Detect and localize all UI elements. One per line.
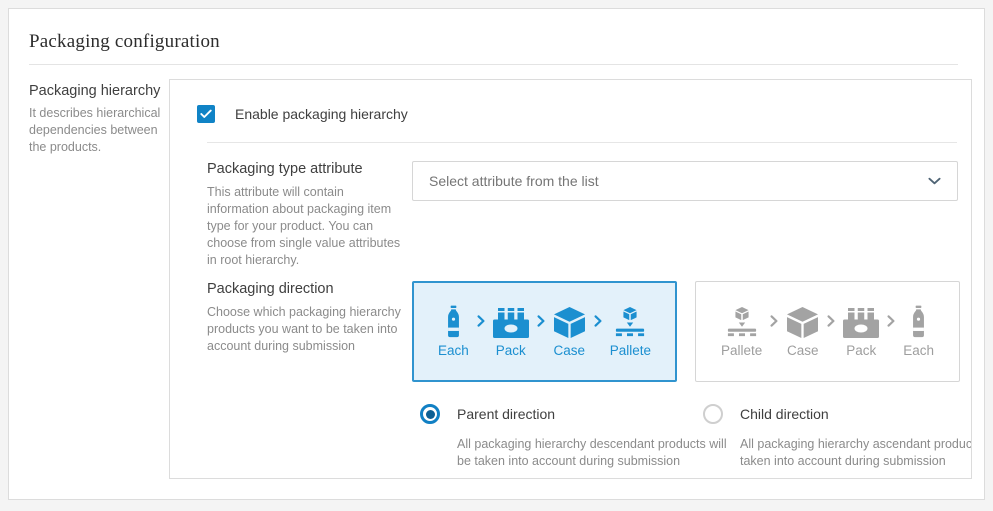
step-label: Case	[553, 343, 585, 358]
chevron-right-icon	[537, 315, 545, 327]
step-label: Case	[787, 343, 819, 358]
child-direction-radio[interactable]	[703, 404, 723, 424]
attribute-select-placeholder: Select attribute from the list	[429, 173, 928, 189]
step-case: Case	[553, 305, 586, 358]
direction-radios-row: Parent direction All packaging hierarchy…	[412, 404, 972, 470]
direction-cards-row: Each Pack Case	[412, 281, 972, 382]
enable-checkbox-label: Enable packaging hierarchy	[235, 106, 408, 122]
card-header: Packaging configuration	[9, 9, 984, 53]
enable-checkbox[interactable]	[197, 105, 215, 123]
step-pack: Pack	[843, 305, 879, 358]
sidebar-description: It describes hierarchical dependencies b…	[29, 105, 171, 156]
direction-control-col: Each Pack Case	[412, 281, 972, 470]
direction-description: Choose which packaging hierarchy product…	[207, 304, 402, 355]
chevron-right-icon	[770, 315, 778, 327]
child-direction-label: Child direction	[740, 406, 829, 422]
chevron-right-icon	[887, 315, 895, 327]
type-attribute-control-col: Select attribute from the list	[412, 161, 971, 201]
chevron-right-icon	[594, 315, 602, 327]
bottle-icon	[911, 305, 926, 338]
pallet-icon	[725, 307, 759, 338]
direction-label: Packaging direction	[207, 281, 402, 297]
child-direction-description: All packaging hierarchy ascendant produc…	[740, 436, 972, 470]
step-label: Pallete	[610, 343, 651, 358]
parent-direction-description: All packaging hierarchy descendant produ…	[457, 436, 739, 470]
type-attribute-label: Packaging type attribute	[207, 161, 402, 177]
step-pack: Pack	[493, 305, 529, 358]
section-packaging-direction: Packaging direction Choose which packagi…	[170, 281, 971, 470]
step-each: Each	[903, 305, 934, 358]
chevron-right-icon	[477, 315, 485, 327]
check-icon	[200, 109, 212, 119]
child-direction-card[interactable]: Pallete Case Pack	[695, 281, 960, 382]
header-divider	[29, 64, 958, 65]
parent-direction-radio[interactable]	[420, 404, 440, 424]
packaging-configuration-card: Packaging configuration Packaging hierar…	[8, 8, 985, 500]
parent-direction-card[interactable]: Each Pack Case	[412, 281, 677, 382]
sidebar-packaging-hierarchy: Packaging hierarchy It describes hierarc…	[29, 83, 171, 156]
case-icon	[786, 307, 819, 338]
pack-icon	[843, 308, 879, 338]
radio-dot	[426, 410, 435, 419]
enable-row: Enable packaging hierarchy	[197, 105, 971, 123]
pack-icon	[493, 308, 529, 338]
bottle-icon	[446, 305, 461, 338]
step-case: Case	[786, 305, 819, 358]
step-label: Each	[438, 343, 469, 358]
step-label: Each	[903, 343, 934, 358]
type-attribute-label-col: Packaging type attribute This attribute …	[207, 161, 402, 269]
direction-label-col: Packaging direction Choose which packagi…	[207, 281, 402, 355]
parent-direction-label: Parent direction	[457, 406, 555, 422]
pallet-icon	[613, 307, 647, 338]
settings-panel: Enable packaging hierarchy Packaging typ…	[169, 79, 972, 479]
step-label: Pack	[846, 343, 876, 358]
step-label: Pallete	[721, 343, 762, 358]
chevron-right-icon	[827, 315, 835, 327]
step-pallete: Pallete	[610, 305, 651, 358]
panel-divider	[207, 142, 957, 143]
type-attribute-description: This attribute will contain information …	[207, 184, 402, 269]
step-label: Pack	[496, 343, 526, 358]
section-type-attribute: Packaging type attribute This attribute …	[170, 161, 971, 269]
child-direction-option: Child direction All packaging hierarchy …	[703, 404, 972, 470]
chevron-down-icon	[928, 177, 941, 185]
step-each: Each	[438, 305, 469, 358]
page-title: Packaging configuration	[29, 31, 958, 53]
parent-direction-option: Parent direction All packaging hierarchy…	[420, 404, 703, 470]
attribute-select-dropdown[interactable]: Select attribute from the list	[412, 161, 958, 201]
sidebar-label: Packaging hierarchy	[29, 83, 171, 99]
case-icon	[553, 307, 586, 338]
step-pallete: Pallete	[721, 305, 762, 358]
